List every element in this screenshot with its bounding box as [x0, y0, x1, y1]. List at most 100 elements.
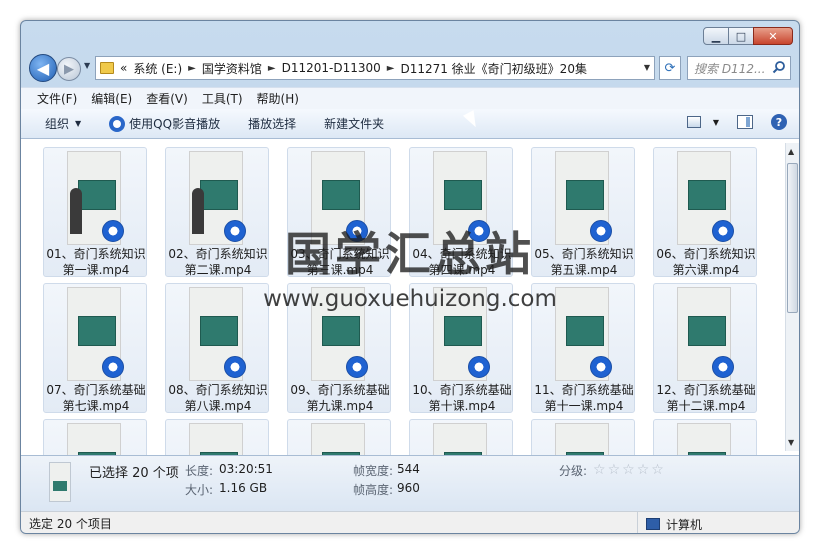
rating-stars[interactable]: ☆ ☆ ☆ ☆ ☆: [593, 462, 666, 478]
file-tile[interactable]: 01、奇门系统知识第一课.mp4: [43, 147, 147, 277]
vertical-scrollbar[interactable]: ▲ ▼: [785, 143, 799, 451]
menu-file[interactable]: 文件(F): [37, 90, 77, 107]
file-tile[interactable]: [287, 419, 391, 455]
frame-width-value: 544: [397, 462, 420, 476]
star-icon[interactable]: ☆: [651, 462, 664, 478]
close-button[interactable]: ✕: [753, 27, 793, 45]
arrow-left-icon: ◀: [36, 58, 50, 78]
file-tile[interactable]: [531, 419, 635, 455]
preview-pane-icon[interactable]: [737, 115, 753, 129]
file-tile[interactable]: [165, 419, 269, 455]
address-bar[interactable]: « 系统 (E:) ► 国学资料馆 ► D11201-D11300 ► D112…: [95, 56, 655, 80]
file-tile[interactable]: 07、奇门系统基础第七课.mp4: [43, 283, 147, 413]
file-tile[interactable]: 03、奇门系统知识第三课.mp4: [287, 147, 391, 277]
file-name: 02、奇门系统知识第二课.mp4: [168, 247, 268, 277]
blackboard-image: [566, 180, 604, 210]
video-thumbnail: [434, 424, 486, 455]
blackboard-image: [322, 180, 360, 210]
breadcrumb-overflow[interactable]: «: [120, 61, 127, 75]
minimize-button[interactable]: ▁: [703, 27, 729, 45]
qq-video-file-icon: [590, 356, 612, 378]
frame-width-label: 帧宽度:: [353, 464, 394, 478]
file-tile[interactable]: 10、奇门系统基础第十课.mp4: [409, 283, 513, 413]
status-bar: 选定 20 个项目 计算机: [21, 511, 799, 533]
file-tile[interactable]: 08、奇门系统知识第八课.mp4: [165, 283, 269, 413]
caption-buttons: ▁ □ ✕: [703, 27, 793, 45]
file-tile[interactable]: [43, 419, 147, 455]
view-options-chevron-icon[interactable]: ▼: [713, 118, 719, 127]
star-icon[interactable]: ☆: [608, 462, 621, 478]
file-tile[interactable]: 12、奇门系统基础第十二课.mp4: [653, 283, 757, 413]
file-view[interactable]: 01、奇门系统知识第一课.mp4 02、奇门系统知识第二课.mp4 03、奇门系统知…: [21, 139, 799, 455]
qq-video-file-icon: [224, 220, 246, 242]
breadcrumb-range[interactable]: D11201-D11300: [282, 61, 381, 75]
breadcrumb-separator[interactable]: ►: [268, 63, 276, 74]
blackboard-image: [444, 316, 482, 346]
video-thumbnail: [68, 424, 120, 455]
file-tile[interactable]: [653, 419, 757, 455]
file-tile[interactable]: 05、奇门系统知识第五课.mp4: [531, 147, 635, 277]
change-view-icon[interactable]: [686, 116, 701, 128]
menu-edit[interactable]: 编辑(E): [91, 90, 132, 107]
breadcrumb-separator[interactable]: ►: [387, 63, 395, 74]
play-selection-button[interactable]: 播放选择: [248, 115, 296, 132]
scroll-thumb[interactable]: [787, 163, 798, 313]
menu-help[interactable]: 帮助(H): [257, 90, 299, 107]
refresh-button[interactable]: ⟳: [659, 56, 681, 80]
play-with-qq-button[interactable]: 使用QQ影音播放: [109, 115, 220, 132]
blackboard-image: [200, 316, 238, 346]
breadcrumb-library[interactable]: 国学资料馆: [202, 60, 262, 77]
details-pane: 已选择 20 个项 长度: 03:20:51 大小: 1.16 GB 帧宽度: …: [21, 455, 799, 511]
qq-player-icon: [109, 115, 126, 132]
help-icon[interactable]: ?: [771, 114, 787, 130]
qq-video-file-icon: [102, 356, 124, 378]
selected-count: 已选择 20 个项: [89, 466, 179, 481]
qq-video-file-icon: [468, 356, 490, 378]
forward-button[interactable]: ▶: [57, 57, 81, 81]
play-with-qq-label: 使用QQ影音播放: [129, 117, 221, 131]
organize-label: 组织: [45, 117, 70, 131]
menu-tools[interactable]: 工具(T): [202, 90, 243, 107]
blackboard-image: [322, 316, 360, 346]
star-icon[interactable]: ☆: [637, 462, 650, 478]
star-icon[interactable]: ☆: [593, 462, 606, 478]
blackboard-image: [78, 316, 116, 346]
search-icon[interactable]: [772, 60, 786, 74]
file-tile[interactable]: 09、奇门系统基础第九课.mp4: [287, 283, 391, 413]
video-thumbnail: [556, 424, 608, 455]
file-name: 06、奇门系统知识第六课.mp4: [656, 247, 756, 277]
length-value: 03:20:51: [219, 462, 273, 476]
maximize-button[interactable]: □: [728, 27, 754, 45]
new-folder-button[interactable]: 新建文件夹: [324, 115, 384, 132]
qq-video-file-icon: [346, 220, 368, 242]
search-placeholder: 搜索 D112...: [694, 61, 766, 76]
refresh-icon: ⟳: [664, 60, 676, 76]
menu-view[interactable]: 查看(V): [146, 90, 188, 107]
search-input[interactable]: 搜索 D112...: [687, 56, 791, 80]
scroll-down-icon[interactable]: ▼: [788, 438, 794, 447]
star-icon[interactable]: ☆: [622, 462, 635, 478]
organize-button[interactable]: 组织 ▼: [45, 115, 81, 132]
blackboard-image: [688, 316, 726, 346]
recent-pages-dropdown[interactable]: ▼: [84, 61, 90, 70]
selection-thumbnail: [49, 462, 71, 502]
chevron-down-icon: ▼: [75, 119, 82, 128]
file-tile[interactable]: 04、奇门系统知识第四课.mp4: [409, 147, 513, 277]
qq-video-file-icon: [468, 220, 490, 242]
teacher-figure: [192, 188, 204, 234]
computer-icon: [646, 518, 660, 530]
teacher-figure: [70, 188, 82, 234]
file-tile[interactable]: 11、奇门系统基础第十一课.mp4: [531, 283, 635, 413]
file-tile[interactable]: 02、奇门系统知识第二课.mp4: [165, 147, 269, 277]
breadcrumb-drive[interactable]: 系统 (E:): [133, 60, 182, 77]
file-name: 01、奇门系统知识第一课.mp4: [46, 247, 146, 277]
breadcrumb-current[interactable]: D11271 徐业《奇门初级班》20集: [400, 60, 587, 77]
breadcrumb-separator[interactable]: ►: [188, 63, 196, 74]
file-tile[interactable]: 06、奇门系统知识第六课.mp4: [653, 147, 757, 277]
back-button[interactable]: ◀: [29, 54, 57, 82]
file-tile[interactable]: [409, 419, 513, 455]
qq-video-file-icon: [712, 356, 734, 378]
address-dropdown-icon[interactable]: ▼: [644, 63, 650, 72]
qq-video-file-icon: [590, 220, 612, 242]
scroll-up-icon[interactable]: ▲: [788, 147, 794, 156]
